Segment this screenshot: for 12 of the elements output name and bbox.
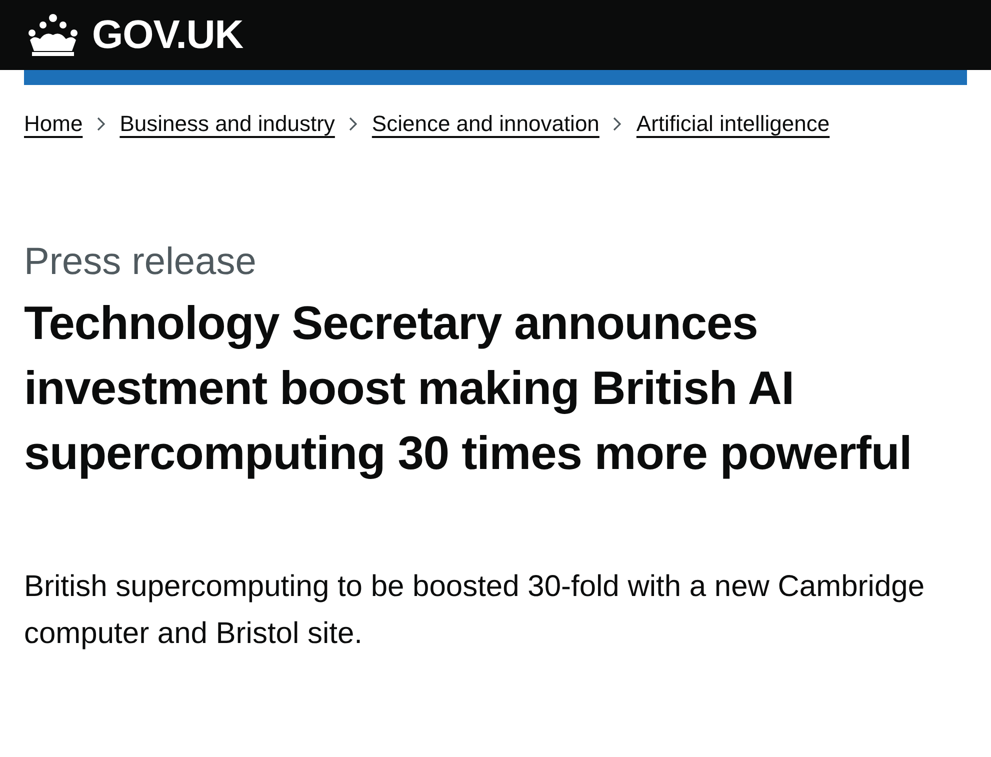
caption: Press release	[24, 241, 258, 284]
breadcrumb-link[interactable]: Science and innovation	[372, 111, 600, 137]
lead-paragraph: British supercomputing to be boosted 30-fold with a new Cambridge computer and Bristol site.	[24, 569, 926, 652]
chevron-right-icon	[348, 117, 358, 131]
logo-text: GOV.UK	[92, 12, 244, 58]
breadcrumb-link[interactable]: Artificial intelligence	[636, 111, 830, 137]
breadcrumb-link[interactable]: Business and industry	[120, 111, 335, 137]
chevron-right-icon	[613, 117, 622, 131]
govuk-logo[interactable]: GOV.UK	[24, 12, 244, 58]
breadcrumb-link[interactable]: Home	[24, 111, 83, 137]
chevron-right-icon	[96, 117, 106, 131]
page-title: Technology Secretary announces investment boost making British AI supercomputing 30 times more powerful	[24, 295, 913, 481]
